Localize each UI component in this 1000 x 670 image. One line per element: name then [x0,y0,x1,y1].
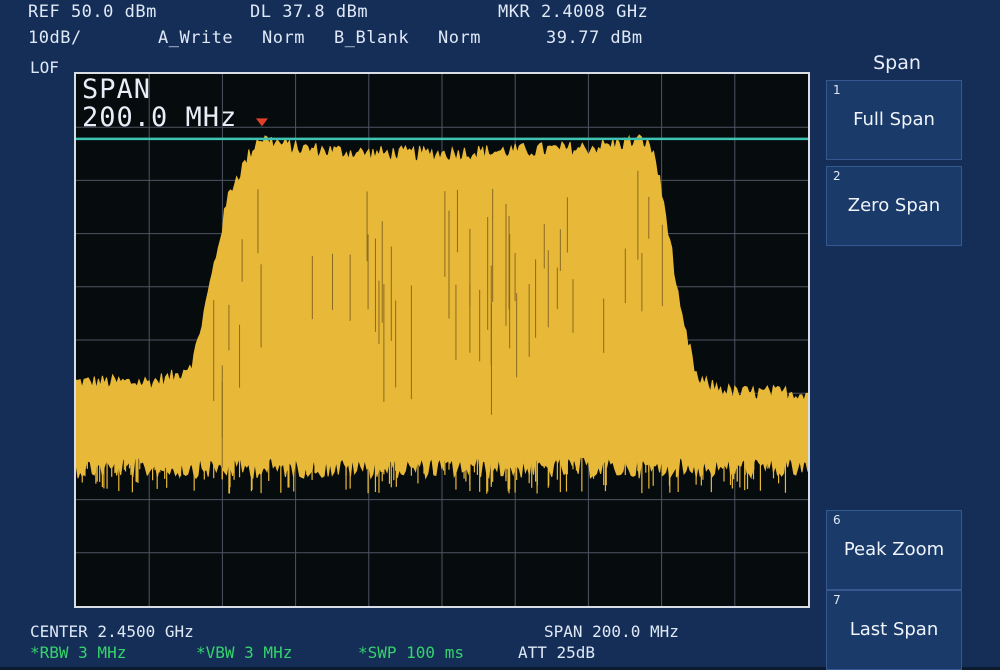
spectrum-trace-fill [76,134,808,480]
spectrum-display: SPAN 200.0 MHz [74,72,810,608]
softkey-number: 2 [833,169,841,183]
ref-level: REF 50.0 dBm [28,2,157,22]
display-line-readout: DL 37.8 dBm [250,2,369,22]
trace-b-mode: B_Blank [334,28,410,48]
trace-b-detector: Norm [438,28,481,48]
spectrum-plot [76,74,808,606]
marker-level: 39.77 dBm [546,28,643,48]
marker-icon [255,118,268,127]
softkey-number: 1 [833,83,841,97]
softkey-number: 6 [833,513,841,527]
softkey-menu-title: Span [873,52,921,74]
zero-span-button[interactable]: 2 Zero Span [826,166,962,246]
rbw-readout: *RBW 3 MHz [30,643,127,662]
last-span-button[interactable]: 7 Last Span [826,590,962,670]
scale-readout: 10dB/ [28,28,82,48]
softkey-label: Full Span [853,109,935,130]
trace-a-detector: Norm [262,28,305,48]
sweep-readout: *SWP 100 ms [358,643,464,662]
softkey-label: Last Span [849,619,939,640]
spectrum-analyzer-screen: REF 50.0 dBm DL 37.8 dBm MKR 2.4008 GHz … [0,0,1000,670]
attenuation-readout: ATT 25dB [518,643,596,662]
peak-zoom-button[interactable]: 6 Peak Zoom [826,510,962,590]
span-overlay-value: 200.0 MHz [82,102,238,133]
marker-frequency: MKR 2.4008 GHz [498,2,649,22]
softkey-panel: Span 1 Full Span 2 Zero Span 6 Peak Zoom… [822,48,972,670]
trace-a-mode: A_Write [158,28,234,48]
lof-indicator: LOF [30,58,59,77]
span-overlay-label: SPAN [82,74,152,105]
full-span-button[interactable]: 1 Full Span [826,80,962,160]
softkey-label: Peak Zoom [843,539,945,560]
center-frequency: CENTER 2.4500 GHz [30,622,194,641]
softkey-number: 7 [833,593,841,607]
span-readout: SPAN 200.0 MHz [544,622,679,641]
softkey-label: Zero Span [847,195,941,216]
vbw-readout: *VBW 3 MHz [196,643,293,662]
